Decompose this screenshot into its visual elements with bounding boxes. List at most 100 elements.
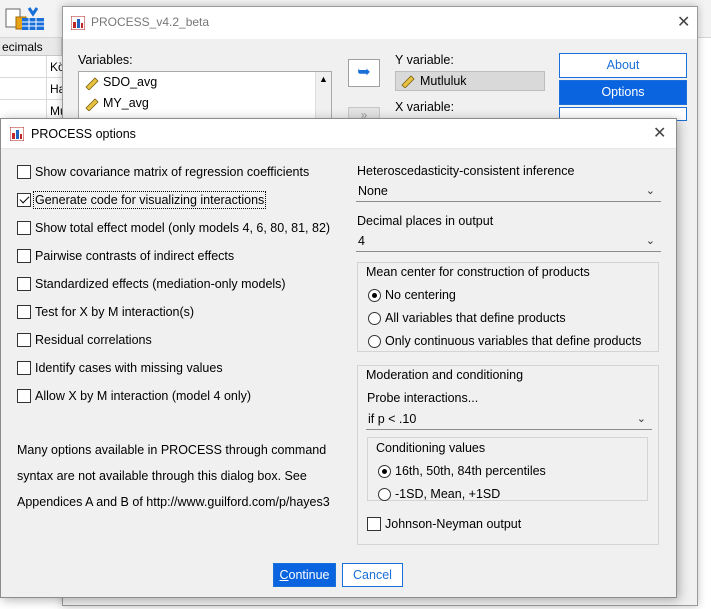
hc-inference-value: None <box>358 184 388 198</box>
checkbox-residual-correlations[interactable]: Residual correlations <box>17 332 152 350</box>
conditioning-values-group: Conditioning values 16th, 50th, 84th per… <box>367 437 648 501</box>
data-table-icon[interactable] <box>20 6 46 32</box>
checkbox-standardized-effects[interactable]: Standardized effects (mediation-only mod… <box>17 276 286 294</box>
list-item[interactable]: SDO_avg <box>79 72 331 93</box>
cancel-button[interactable]: Cancel <box>342 563 403 587</box>
continue-label: ontinue <box>288 568 330 582</box>
chevron-down-icon: ⌄ <box>636 413 646 425</box>
checkbox-total-effect[interactable]: Show total effect model (only models 4, … <box>17 220 330 238</box>
variables-label: Variables: <box>78 53 133 67</box>
checkbox-label: Show total effect model (only models 4, … <box>35 221 331 235</box>
radio-sd-mean[interactable]: -1SD, Mean, +1SD <box>378 486 500 504</box>
dialog-title: PROCESS options <box>31 127 136 141</box>
checkbox-allow-x-by-m[interactable]: Allow X by M interaction (model 4 only) <box>17 388 251 406</box>
checkbox-label: Residual correlations <box>35 333 152 347</box>
move-to-y-button[interactable]: ➥ <box>348 59 380 87</box>
decimal-places-label: Decimal places in output <box>357 214 494 228</box>
process-app-icon <box>10 127 24 141</box>
info-note: Many options available in PROCESS throug… <box>17 437 347 515</box>
dialog-title-bar: PROCESS options ✕ <box>1 119 676 149</box>
checkbox-label: Allow X by M interaction (model 4 only) <box>35 389 252 403</box>
checkbox-box[interactable] <box>17 221 31 235</box>
checkbox-box[interactable] <box>17 333 31 347</box>
checkbox-johnson-neyman[interactable]: Johnson-Neyman output <box>367 516 521 534</box>
note-line: Appendices A and B of http://www.guilfor… <box>17 495 330 509</box>
checkbox-label: Pairwise contrasts of indirect effects <box>35 249 235 263</box>
scale-variable-icon <box>401 75 415 88</box>
x-variable-label: X variable: <box>395 100 455 114</box>
variable-name: MY_avg <box>103 96 149 110</box>
hc-inference-label: Heteroscedasticity-consistent inference <box>357 164 575 178</box>
moderation-label: Moderation and conditioning <box>366 368 524 382</box>
scroll-up-icon[interactable]: ▲ <box>319 74 328 84</box>
probe-interactions-label: Probe interactions... <box>367 391 479 405</box>
process-app-icon <box>71 16 85 30</box>
radio-button[interactable] <box>378 465 391 478</box>
conditioning-values-label: Conditioning values <box>376 441 486 455</box>
decimal-places-value: 4 <box>358 234 365 248</box>
process-options-dialog: PROCESS options ✕ Show covariance matrix… <box>0 118 677 598</box>
radio-label: 16th, 50th, 84th percentiles <box>395 464 546 478</box>
probe-interactions-select[interactable]: if p < .10 ⌄ <box>366 408 652 430</box>
main-title-bar: PROCESS_v4.2_beta ✕ <box>63 7 697 39</box>
probe-interactions-value: if p < .10 <box>368 412 417 426</box>
column-header[interactable]: ecimals <box>0 38 62 56</box>
radio-button[interactable] <box>378 488 391 501</box>
checkbox-box[interactable] <box>17 389 31 403</box>
radio-all-variables[interactable]: All variables that define products <box>368 310 566 328</box>
y-variable-field[interactable]: Mutluluk <box>395 71 545 91</box>
checkbox-box[interactable] <box>17 165 31 179</box>
moderation-group: Moderation and conditioning Probe intera… <box>357 365 659 545</box>
chevron-down-icon: ⌄ <box>645 235 655 247</box>
mean-center-group: Mean center for construction of products… <box>357 262 659 352</box>
dialog-close-icon[interactable]: ✕ <box>653 126 666 142</box>
table-cell[interactable]: Ha <box>46 78 62 100</box>
radio-no-centering[interactable]: No centering <box>368 287 456 305</box>
radio-percentiles[interactable]: 16th, 50th, 84th percentiles <box>378 463 546 481</box>
checkbox-generate-code[interactable]: Generate code for visualizing interactio… <box>17 191 267 210</box>
chevron-down-icon: ⌄ <box>645 185 655 197</box>
radio-continuous-variables[interactable]: Only continuous variables that define pr… <box>368 333 641 351</box>
checkbox-box[interactable] <box>17 361 31 375</box>
checkbox-box[interactable] <box>367 517 381 531</box>
checkbox-box[interactable] <box>17 305 31 319</box>
table-cell[interactable]: Kö <box>46 56 62 78</box>
main-close-icon[interactable]: ✕ <box>677 15 690 31</box>
arrow-enter-icon: ➥ <box>357 64 371 81</box>
checkbox-pairwise-contrasts[interactable]: Pairwise contrasts of indirect effects <box>17 248 234 266</box>
continue-button[interactable]: Continue <box>273 563 336 587</box>
radio-button[interactable] <box>368 312 381 325</box>
checkbox-label: Standardized effects (mediation-only mod… <box>35 277 286 291</box>
radio-label: All variables that define products <box>385 311 566 325</box>
checkbox-label: Johnson-Neyman output <box>385 517 522 531</box>
radio-label: -1SD, Mean, +1SD <box>395 487 501 501</box>
scale-variable-icon <box>85 77 99 90</box>
decimal-places-select[interactable]: 4 ⌄ <box>356 230 661 252</box>
continue-mnemonic: C <box>279 568 289 582</box>
about-button[interactable]: About <box>559 53 687 78</box>
checkbox-label: Identify cases with missing values <box>35 361 223 375</box>
radio-label: Only continuous variables that define pr… <box>385 334 642 348</box>
variable-name: SDO_avg <box>103 75 158 89</box>
checkbox-covariance-matrix[interactable]: Show covariance matrix of regression coe… <box>17 164 309 182</box>
checkbox-label: Show covariance matrix of regression coe… <box>35 165 310 179</box>
radio-button[interactable] <box>368 335 381 348</box>
checkbox-missing-values[interactable]: Identify cases with missing values <box>17 360 223 378</box>
note-line: syntax are not available through this di… <box>17 469 307 483</box>
checkbox-label: Generate code for visualizing interactio… <box>32 191 267 209</box>
radio-button[interactable] <box>368 289 381 302</box>
checkbox-box[interactable] <box>17 193 31 207</box>
hc-inference-select[interactable]: None ⌄ <box>356 180 661 202</box>
list-item[interactable]: MY_avg <box>79 93 331 114</box>
checkbox-box[interactable] <box>17 249 31 263</box>
options-button[interactable]: Options <box>559 80 687 105</box>
checkbox-box[interactable] <box>17 277 31 291</box>
main-window-title: PROCESS_v4.2_beta <box>91 15 210 29</box>
radio-label: No centering <box>385 288 456 302</box>
scale-variable-icon <box>85 98 99 111</box>
mean-center-label: Mean center for construction of products <box>366 265 590 279</box>
y-variable-label: Y variable: <box>395 53 454 67</box>
checkbox-x-by-m-test[interactable]: Test for X by M interaction(s) <box>17 304 194 322</box>
checkbox-label: Test for X by M interaction(s) <box>35 305 195 319</box>
note-line: Many options available in PROCESS throug… <box>17 443 327 457</box>
